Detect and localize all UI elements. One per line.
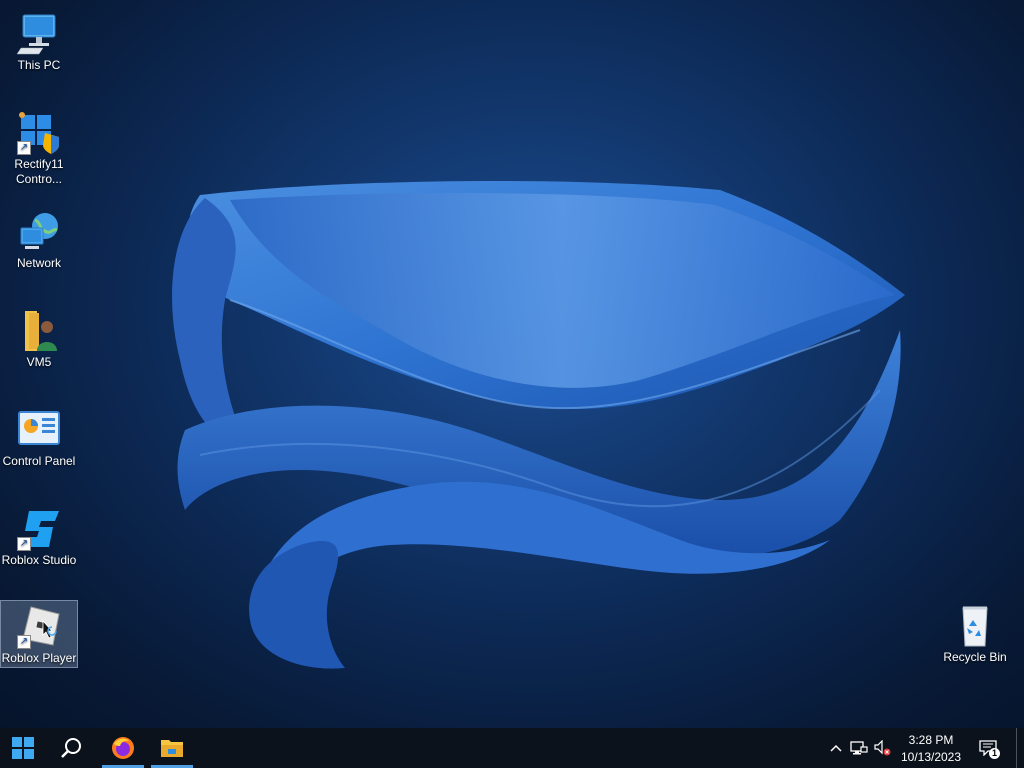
chevron-up-icon (830, 744, 842, 752)
wallpaper-bloom-art (172, 180, 905, 669)
this-pc-icon (15, 12, 63, 56)
desktop-icon-label: Recycle Bin (943, 650, 1007, 664)
desktop-icon-roblox-studio[interactable]: ↗ Roblox Studio (0, 503, 78, 571)
network-icon (15, 210, 63, 254)
network-wired-icon (850, 741, 868, 755)
show-desktop-button[interactable] (1016, 728, 1024, 768)
show-hidden-icons-button[interactable] (826, 728, 846, 768)
recycle-bin-icon (951, 604, 999, 648)
taskbar-firefox[interactable] (102, 728, 144, 768)
desktop-icon-label: Control Panel (2, 454, 76, 468)
clock-date: 10/13/2023 (900, 750, 962, 764)
notification-icon: 1 (979, 740, 1000, 759)
taskbar-file-explorer[interactable] (151, 728, 193, 768)
desktop-icon-label: Roblox Player (1, 651, 77, 665)
desktop-wallpaper (0, 0, 1024, 728)
taskbar: 3:28 PM 10/13/2023 1 (0, 728, 1024, 768)
desktop-icon-this-pc[interactable]: This PC (0, 8, 78, 76)
user-folder-icon (15, 309, 63, 353)
shortcut-arrow-icon: ↗ (17, 141, 31, 155)
desktop-icon-label: Rectify11 Contro... (14, 157, 64, 186)
clock-time: 3:28 PM (908, 733, 954, 747)
desktop-icon-recycle-bin[interactable]: Recycle Bin (936, 600, 1014, 668)
desktop-icon-label: This PC (17, 58, 61, 72)
roblox-player-icon: ↗ (15, 605, 63, 649)
desktop-icon-label: VM5 (26, 355, 52, 369)
folder-icon (161, 740, 183, 757)
windows-logo-icon (12, 737, 34, 759)
notification-count-badge: 1 (989, 748, 1000, 759)
control-panel-icon (15, 408, 63, 452)
desktop-icon-label: Roblox Studio (1, 553, 77, 567)
desktop-icon-control-panel[interactable]: Control Panel (0, 404, 78, 472)
desktop-icon-label: Network (16, 256, 61, 270)
roblox-studio-icon: ↗ (15, 507, 63, 551)
desktop-icon-vm5[interactable]: VM5 (0, 305, 78, 373)
rectify11-icon: ↗ (15, 111, 63, 155)
network-status-button[interactable] (848, 728, 870, 768)
search-button[interactable] (50, 728, 92, 768)
notification-center-button[interactable]: 1 (976, 728, 1000, 768)
firefox-icon (112, 737, 134, 759)
desktop-icon-roblox-player[interactable]: ↗ Roblox Player (0, 600, 78, 668)
search-icon (61, 738, 81, 758)
shortcut-arrow-icon: ↗ (17, 635, 31, 649)
shortcut-arrow-icon: ↗ (17, 537, 31, 551)
desktop-icon-network[interactable]: Network (0, 206, 78, 274)
taskbar-clock[interactable]: 3:28 PM 10/13/2023 (890, 732, 972, 766)
start-button[interactable] (2, 728, 44, 768)
desktop-icon-rectify11[interactable]: ↗ Rectify11 Contro... (0, 107, 78, 191)
